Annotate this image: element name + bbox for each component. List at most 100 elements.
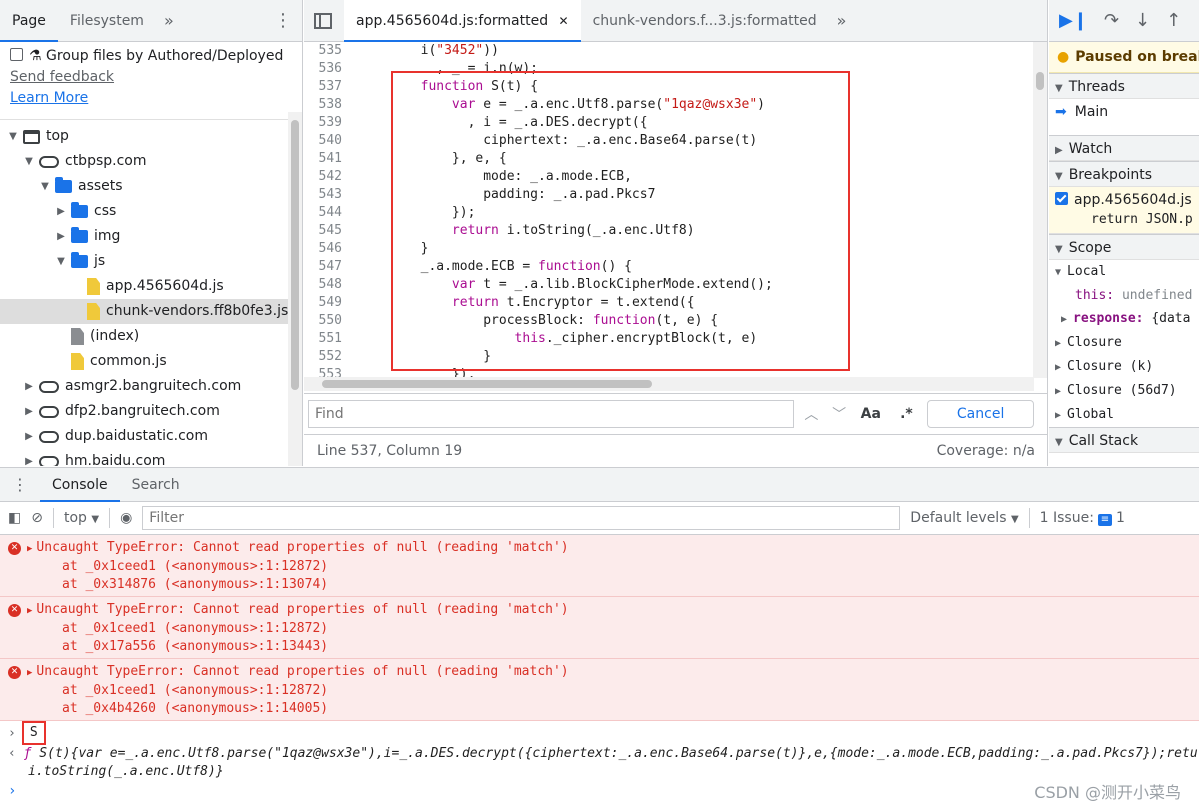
find-input[interactable] xyxy=(308,399,795,428)
resume-icon[interactable]: ▶❙ xyxy=(1059,10,1088,31)
close-icon[interactable]: ✕ xyxy=(559,14,569,28)
tab-app-js-formatted[interactable]: app.4565604d.js:formatted ✕ xyxy=(344,0,581,42)
editor-horizontal-scrollbar[interactable] xyxy=(304,377,1034,391)
tab-chunk-vendors-formatted[interactable]: chunk-vendors.f...3.js:formatted xyxy=(581,0,829,42)
more-tabs-icon[interactable]: » xyxy=(829,11,855,30)
tree-item[interactable]: (index) xyxy=(0,324,302,349)
breakpoint-item[interactable]: app.4565604d.js return JSON.p xyxy=(1049,187,1199,234)
line-number[interactable]: 551 xyxy=(304,330,350,348)
console-output[interactable]: ‹ ƒ S(t){var e=_.a.enc.Utf8.parse("1qaz@… xyxy=(0,745,1199,781)
console-error[interactable]: ✕ ▶ Uncaught TypeError: Cannot read proper… xyxy=(0,659,1199,721)
regex-button[interactable]: .* xyxy=(892,406,922,422)
scope-local[interactable]: ▼ Local xyxy=(1055,260,1199,284)
context-selector[interactable]: top ▼ xyxy=(64,510,99,526)
scrollbar-thumb[interactable] xyxy=(1036,72,1044,90)
line-number[interactable]: 539 xyxy=(304,114,350,132)
sidebar-toggle-icon[interactable]: ◧ xyxy=(8,510,21,526)
line-number[interactable]: 537 xyxy=(304,78,350,96)
tab-page[interactable]: Page xyxy=(0,0,58,42)
closure-row[interactable]: ▶ Closure xyxy=(1055,331,1199,355)
line-number[interactable]: 536 xyxy=(304,60,350,78)
console-prompt[interactable]: › xyxy=(0,781,1199,801)
expand-icon[interactable]: ▶ xyxy=(27,544,32,554)
tab-console[interactable]: Console xyxy=(40,468,120,502)
issues-button[interactable]: 1 Issue: ≡ 1 xyxy=(1040,510,1125,526)
tree-item[interactable]: chunk-vendors.ff8b0fe3.js xyxy=(0,299,302,324)
kebab-menu-icon[interactable]: ⋮ xyxy=(264,10,302,31)
global-row[interactable]: ▶ Global xyxy=(1055,403,1199,427)
expanded-icon[interactable]: ▼ xyxy=(6,124,20,149)
watch-section[interactable]: ▶ Watch xyxy=(1049,135,1199,161)
line-number[interactable]: 548 xyxy=(304,276,350,294)
eye-icon[interactable]: ◉ xyxy=(120,510,132,526)
line-number[interactable]: 543 xyxy=(304,186,350,204)
navigator-scrollbar[interactable] xyxy=(288,112,302,466)
expanded-icon[interactable]: ▼ xyxy=(38,174,52,199)
expand-icon[interactable]: ▶ xyxy=(27,606,32,616)
line-number[interactable]: 545 xyxy=(304,222,350,240)
scope-section[interactable]: ▼ Scope xyxy=(1049,234,1199,260)
line-number[interactable]: 547 xyxy=(304,258,350,276)
tree-item[interactable]: app.4565604d.js xyxy=(0,274,302,299)
collapsed-icon[interactable]: ▶ xyxy=(22,449,36,466)
drawer-menu-icon[interactable]: ⋮ xyxy=(0,475,40,494)
line-number[interactable]: 546 xyxy=(304,240,350,258)
line-number[interactable]: 538 xyxy=(304,96,350,114)
tree-item[interactable]: ▶ img xyxy=(0,224,302,249)
tree-item[interactable]: ▶ dup.baidustatic.com xyxy=(0,424,302,449)
collapsed-icon[interactable]: ▶ xyxy=(22,399,36,424)
step-into-icon[interactable]: ↓ xyxy=(1135,10,1150,31)
more-tabs-icon[interactable]: » xyxy=(156,11,182,30)
collapsed-icon[interactable]: ▶ xyxy=(54,199,68,224)
step-out-icon[interactable]: ↑ xyxy=(1166,10,1181,31)
call-stack-section[interactable]: ▼ Call Stack xyxy=(1049,427,1199,453)
line-number[interactable]: 550 xyxy=(304,312,350,330)
tree-item[interactable]: ▶ css xyxy=(0,199,302,224)
collapsed-icon[interactable]: ▶ xyxy=(22,374,36,399)
tree-item[interactable]: ▼ top xyxy=(0,124,302,149)
expand-icon[interactable]: ▶ xyxy=(27,668,32,678)
stack-frame[interactable]: at _0x1ceed1 (<anonymous>:1:12872) xyxy=(8,620,1199,638)
tree-item[interactable]: ▶ dfp2.bangruitech.com xyxy=(0,399,302,424)
learn-more-link[interactable]: Learn More xyxy=(10,88,292,109)
console-filter-input[interactable] xyxy=(142,506,901,530)
tree-item[interactable]: ▼ js xyxy=(0,249,302,274)
line-number[interactable]: 552 xyxy=(304,348,350,366)
closure-row[interactable]: ▶ Closure (56d7) xyxy=(1055,379,1199,403)
find-previous-icon[interactable]: ︿ xyxy=(800,404,822,424)
stack-frame[interactable]: at _0x314876 (<anonymous>:1:13074) xyxy=(8,576,1199,594)
match-case-button[interactable]: Aa xyxy=(856,406,886,422)
toggle-navigator-icon[interactable] xyxy=(314,12,332,29)
line-number[interactable]: 542 xyxy=(304,168,350,186)
breakpoints-section[interactable]: ▼ Breakpoints xyxy=(1049,161,1199,187)
collapsed-icon[interactable]: ▶ xyxy=(54,224,68,249)
threads-section[interactable]: ▼ Threads xyxy=(1049,73,1199,99)
editor-vertical-scrollbar[interactable] xyxy=(1033,42,1047,378)
collapsed-icon[interactable]: ▶ xyxy=(22,424,36,449)
tab-search[interactable]: Search xyxy=(120,468,192,502)
tree-item[interactable]: common.js xyxy=(0,349,302,374)
line-number[interactable]: 535 xyxy=(304,42,350,60)
tree-item[interactable]: ▼ assets xyxy=(0,174,302,199)
send-feedback-link[interactable]: Send feedback xyxy=(10,67,292,88)
tree-item[interactable]: ▼ ctbpsp.com xyxy=(0,149,302,174)
expanded-icon[interactable]: ▼ xyxy=(54,249,68,274)
find-next-icon[interactable]: ﹀ xyxy=(828,404,850,424)
step-over-icon[interactable]: ↷ xyxy=(1104,10,1119,31)
console-error[interactable]: ✕ ▶ Uncaught TypeError: Cannot read proper… xyxy=(0,597,1199,659)
group-files-option[interactable]: ⚗ Group files by Authored/Deployed xyxy=(10,46,292,67)
group-files-checkbox[interactable] xyxy=(10,48,23,61)
scrollbar-thumb[interactable] xyxy=(322,380,652,388)
breakpoint-checkbox[interactable] xyxy=(1055,192,1068,205)
line-number[interactable]: 549 xyxy=(304,294,350,312)
line-number[interactable]: 544 xyxy=(304,204,350,222)
tree-item[interactable]: ▶ asmgr2.bangruitech.com xyxy=(0,374,302,399)
tree-item[interactable]: ▶ hm.baidu.com xyxy=(0,449,302,466)
stack-frame[interactable]: at _0x4b4260 (<anonymous>:1:14005) xyxy=(8,700,1199,718)
clear-console-icon[interactable]: ⊘ xyxy=(31,510,43,526)
console-error[interactable]: ✕ ▶ Uncaught TypeError: Cannot read proper… xyxy=(0,535,1199,597)
tab-filesystem[interactable]: Filesystem xyxy=(58,0,156,42)
expanded-icon[interactable]: ▼ xyxy=(22,149,36,174)
coverage-status[interactable]: Coverage: n/a xyxy=(937,443,1035,459)
stack-frame[interactable]: at _0x17a556 (<anonymous>:1:13443) xyxy=(8,638,1199,656)
